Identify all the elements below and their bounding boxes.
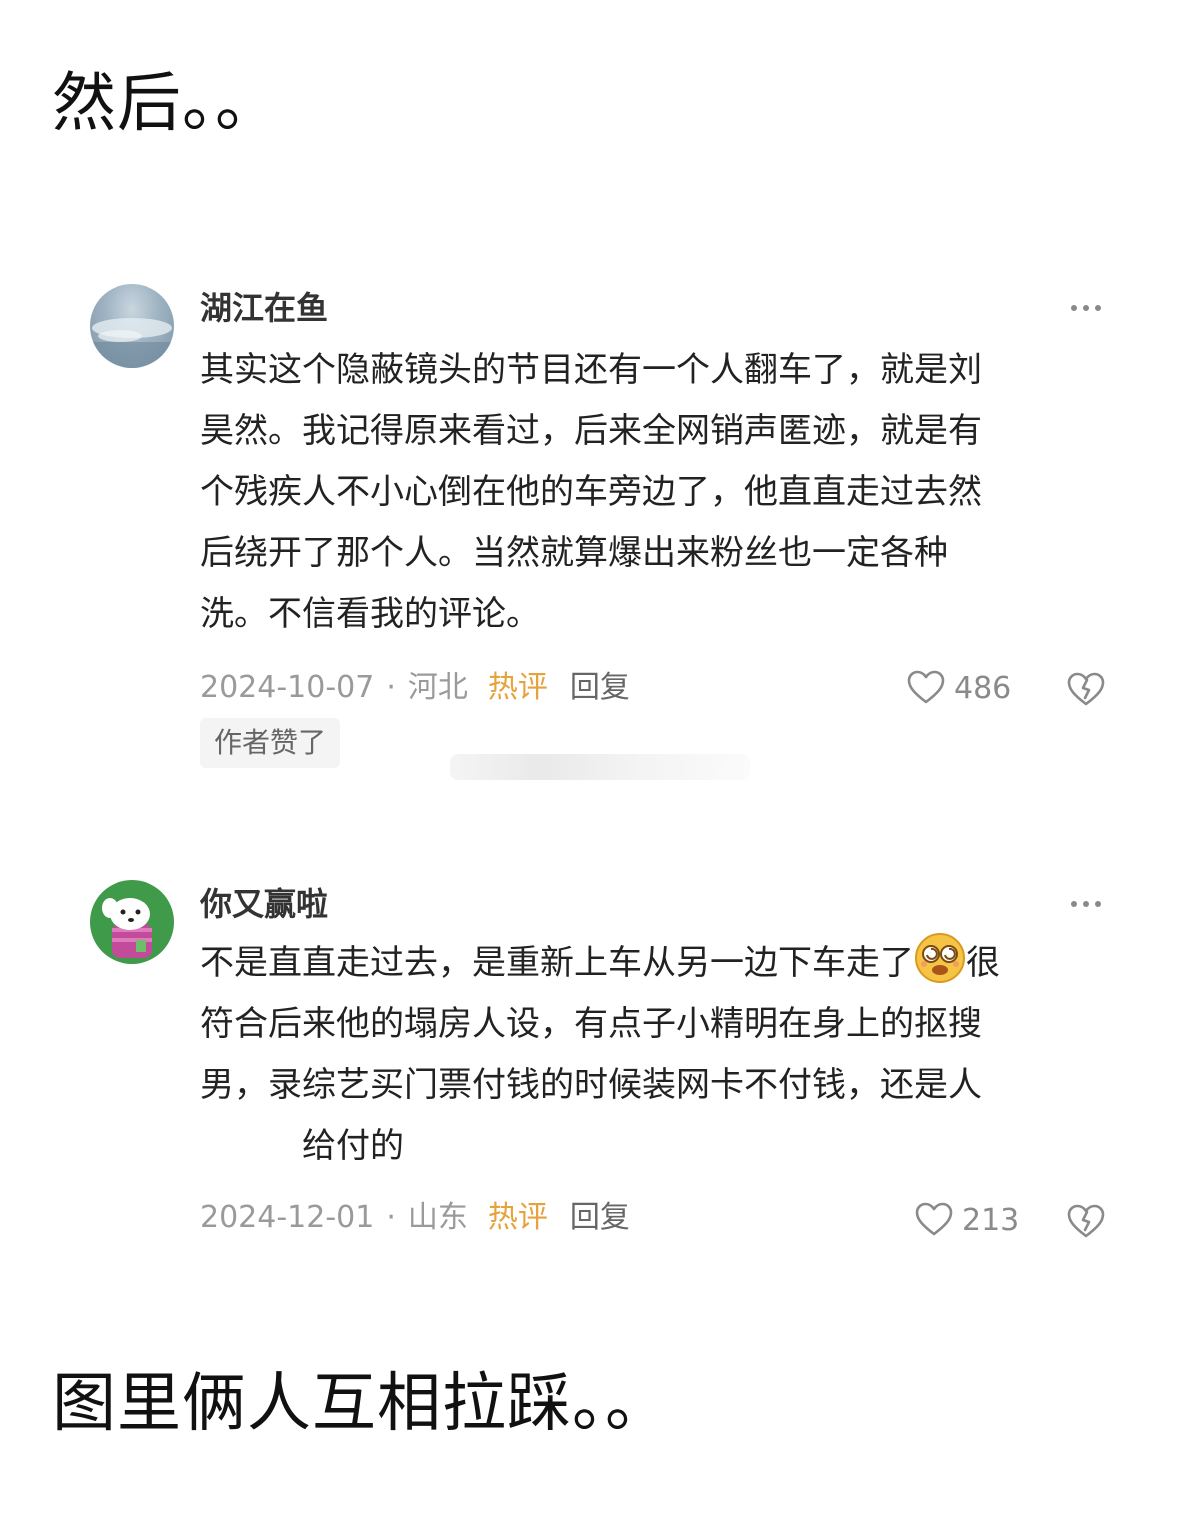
meta-separator: · [386,1200,396,1235]
comment-region: 河北 [407,670,468,705]
dog-cartoon-icon [102,898,152,958]
like-button[interactable]: 213 [914,1200,1019,1240]
user-avatar[interactable] [90,284,174,368]
comment-region: 山东 [407,1200,468,1235]
comment-line: 洗。不信看我的评论。 [200,594,540,634]
comment-line-part: 不是直直走过去，是重新上车从另一边下车走了 [200,943,914,983]
more-options-icon[interactable] [1066,288,1106,328]
heart-icon [907,670,945,704]
dizzy-face-emoji-icon [915,933,965,983]
comment-meta: 2024-10-07 · 河北 热评 回复 [200,668,630,708]
comment-line: 男，录综艺买门票付钱的时候装网卡不付钱，还是人 [200,1065,982,1105]
like-count: 213 [962,1202,1020,1238]
like-count: 486 [954,670,1012,706]
hot-comment-badge: 热评 [487,670,548,705]
username[interactable]: 湖江在鱼 [200,286,328,330]
comment-line-part: 很 [966,943,1000,983]
author-liked-badge: 作者赞了 [200,718,341,768]
hot-comment-badge: 热评 [487,1200,548,1235]
comment-line: 昊然。我记得原来看过，后来全网销声匿迹，就是有 [200,411,982,451]
broken-heart-icon[interactable] [1066,1202,1106,1242]
comment-date: 2024-10-07 [200,670,375,705]
comment-date: 2024-12-01 [200,1200,375,1235]
user-avatar[interactable] [90,880,174,964]
lake-landscape-icon [90,318,174,368]
more-options-icon[interactable] [1066,884,1106,924]
comment-line: 符合后来他的塌房人设，有点子小精明在身上的抠搜 [200,1004,982,1044]
reply-button[interactable]: 回复 [570,1200,630,1235]
faded-overlay [450,754,750,780]
reply-button[interactable]: 回复 [570,670,630,705]
caption-top: 然后。。 [52,67,280,141]
heart-icon [915,1202,953,1236]
comment-line: 给付的 [200,1126,404,1166]
like-button[interactable]: 486 [906,668,1011,708]
comment-line: 后绕开了那个人。当然就算爆出来粉丝也一定各种 [200,533,948,573]
comment-line: 个残疾人不小心倒在他的车旁边了，他直直走过去然 [200,472,982,512]
comment-text: 其实这个隐蔽镜头的节目还有一个人翻车了，就是刘 昊然。我记得原来看过，后来全网销… [200,340,1090,645]
broken-heart-icon[interactable] [1066,670,1106,710]
comment-meta: 2024-12-01 · 山东 热评 回复 [200,1198,630,1238]
username[interactable]: 你又赢啦 [200,882,328,926]
meta-separator: · [386,670,396,705]
caption-bottom: 图里俩人互相拉踩。。 [52,1367,670,1441]
comment-line: 其实这个隐蔽镜头的节目还有一个人翻车了，就是刘 [200,350,982,390]
comment-line: 不是直直走过去，是重新上车从另一边下车走了 很 [200,932,1120,994]
comment-text: 不是直直走过去，是重新上车从另一边下车走了 很 符合后来他的塌房人设，有点子小精… [200,932,1120,1177]
